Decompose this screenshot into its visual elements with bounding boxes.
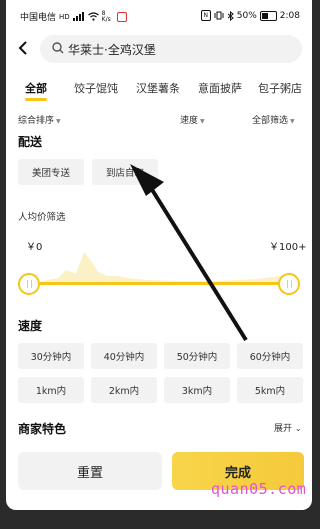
hd-badge: HD [59, 12, 70, 21]
sort-all-filter[interactable]: 全部筛选 ▼ [252, 113, 295, 126]
caret-down-icon: ▼ [290, 118, 295, 125]
tab-all[interactable]: 全部 [25, 80, 47, 96]
price-distribution-graph [38, 252, 300, 282]
tab-pasta-pizza[interactable]: 意面披萨 [198, 80, 242, 96]
caret-down-icon: ▼ [200, 118, 205, 125]
speed-option-40min[interactable]: 40分钟内 [91, 343, 157, 369]
price-filter-heading: 人均价筛选 [18, 212, 66, 223]
distance-option-2km[interactable]: 2km内 [91, 377, 157, 403]
battery-percent: 50% [236, 10, 257, 21]
carrier-label: 中国电信 [20, 13, 57, 23]
speed-heading: 速度 [18, 319, 43, 333]
sort-all-filter-label: 全部筛选 [252, 116, 289, 126]
delivery-option-meituan[interactable]: 美团专送 [18, 159, 84, 185]
category-tabs: 全部 饺子馄饨 汉堡薯条 意面披萨 包子粥店 [6, 80, 312, 102]
expand-label: 展开 [274, 424, 293, 434]
speed-option-60min[interactable]: 60分钟内 [237, 343, 303, 369]
filter-sheet: 中国电信 HD 8 K/s N 50% 2:08 华莱士·全鸡汉堡 全部 饺子馄… [6, 0, 312, 510]
bluetooth-icon [227, 10, 234, 21]
tab-buns-porridge[interactable]: 包子粥店 [258, 80, 302, 96]
price-max-handle[interactable] [278, 273, 300, 295]
active-tab-indicator [25, 98, 47, 101]
status-bar: 中国电信 HD 8 K/s N 50% 2:08 [6, 0, 312, 32]
caret-down-icon: ▼ [56, 118, 61, 125]
battery-icon [259, 10, 277, 21]
net-speed: 8 K/s [101, 9, 111, 23]
watermark: quan05.com [211, 480, 307, 498]
merchant-features-heading: 商家特色 [18, 422, 67, 436]
speed-option-30min[interactable]: 30分钟内 [18, 343, 84, 369]
search-input[interactable]: 华莱士·全鸡汉堡 [40, 35, 302, 63]
price-slider[interactable] [18, 246, 300, 306]
speed-option-50min[interactable]: 50分钟内 [164, 343, 230, 369]
distance-option-1km[interactable]: 1km内 [18, 377, 84, 403]
tab-burgers[interactable]: 汉堡薯条 [136, 80, 180, 96]
distance-option-5km[interactable]: 5km内 [237, 377, 303, 403]
vibrate-icon [214, 11, 224, 20]
nfc-icon: N [200, 10, 211, 21]
sort-speed[interactable]: 速度 ▼ [180, 113, 205, 126]
back-icon[interactable] [16, 40, 32, 56]
chevron-down-icon: ⌄ [294, 424, 302, 433]
sort-speed-label: 速度 [180, 116, 199, 126]
sort-overall-label: 综合排序 [18, 116, 55, 126]
notification-icon [116, 11, 127, 22]
sort-overall[interactable]: 综合排序 ▼ [18, 113, 61, 126]
price-min-handle[interactable] [18, 273, 40, 295]
signal-icon [72, 12, 84, 21]
price-slider-track [18, 282, 300, 285]
search-query: 华莱士·全鸡汉堡 [68, 43, 156, 57]
expand-button[interactable]: 展开 ⌄ [274, 421, 302, 434]
search-row: 华莱士·全鸡汉堡 [6, 34, 312, 64]
tab-dumplings[interactable]: 饺子馄饨 [74, 80, 118, 96]
sort-bar: 综合排序 ▼ 速度 ▼ 全部筛选 ▼ [6, 113, 312, 129]
reset-button[interactable]: 重置 [18, 452, 162, 490]
clock-time: 2:08 [279, 10, 300, 21]
delivery-heading: 配送 [18, 135, 43, 149]
search-icon [52, 42, 64, 54]
distance-option-3km[interactable]: 3km内 [164, 377, 230, 403]
wifi-icon [87, 12, 99, 21]
delivery-option-pickup[interactable]: 到店自取 [92, 159, 158, 185]
